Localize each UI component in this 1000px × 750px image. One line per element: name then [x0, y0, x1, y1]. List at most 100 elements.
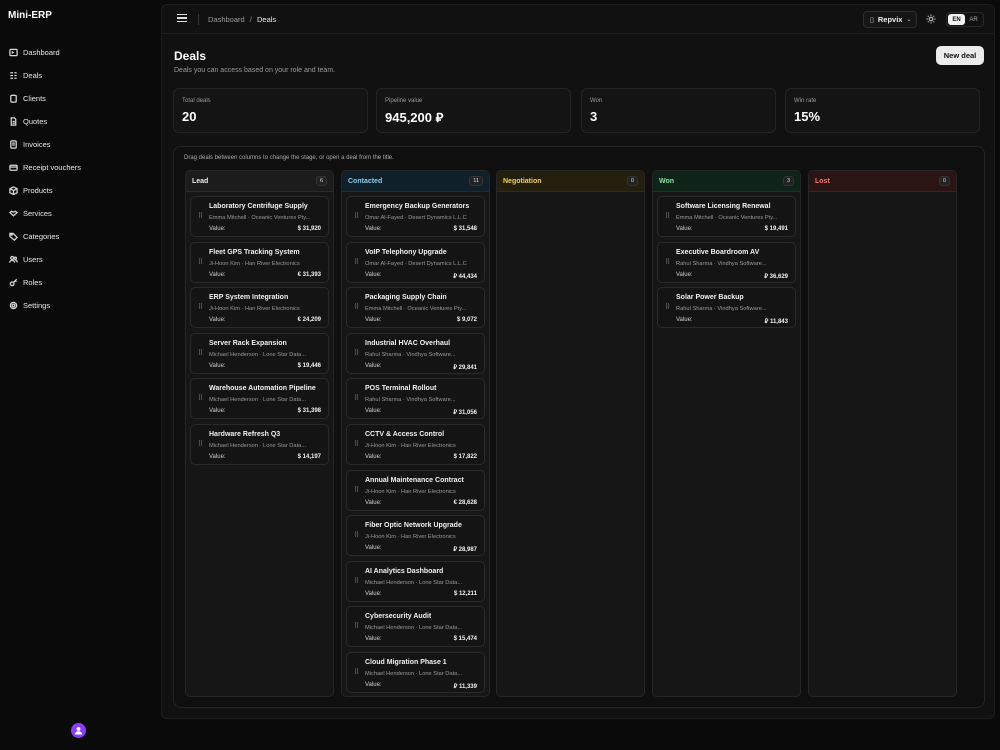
drag-handle-icon[interactable]: ⠿ — [354, 669, 359, 676]
deal-card[interactable]: ⠿ Server Rack Expansion Michael Henderson … — [190, 332, 329, 374]
deal-title-link[interactable]: Warehouse Automation Pipeline — [209, 385, 316, 392]
drag-handle-icon[interactable]: ⠿ — [198, 304, 203, 311]
sidebar-item-products[interactable]: Products — [0, 179, 160, 202]
deal-card[interactable]: ⠿ CCTV & Access Control Ji-Hoon Kim · Han … — [346, 423, 485, 465]
drag-handle-icon[interactable]: ⠿ — [354, 441, 359, 448]
drag-handle-icon[interactable]: ⠿ — [354, 623, 359, 630]
sidebar-item-categories[interactable]: Categories — [0, 225, 160, 248]
deal-title-link[interactable]: Cybersecurity Audit — [365, 613, 431, 620]
deal-value-label: Value: — [365, 271, 382, 278]
drag-handle-icon[interactable]: ⠿ — [665, 304, 670, 311]
deal-card[interactable]: ⠿ Industrial HVAC Overhaul Rahul Sharma · … — [346, 332, 485, 374]
sidebar-item-users[interactable]: Users — [0, 248, 160, 271]
drag-handle-icon[interactable]: ⠿ — [354, 578, 359, 585]
sidebar-item-services[interactable]: Services — [0, 202, 160, 225]
deal-title-link[interactable]: Server Rack Expansion — [209, 340, 287, 347]
sidebar-item-clients[interactable]: Clients — [0, 87, 160, 110]
drag-handle-icon[interactable]: ⠿ — [354, 395, 359, 402]
sidebar-item-roles[interactable]: Roles — [0, 271, 160, 294]
deal-title-link[interactable]: Fleet GPS Tracking System — [209, 249, 300, 256]
deal-value-label: Value: — [209, 271, 226, 278]
drag-handle-icon[interactable]: ⠿ — [198, 259, 203, 266]
sidebar-item-label: Users — [23, 255, 43, 264]
deal-card[interactable]: ⠿ Solar Power Backup Rahul Sharma · Vindhy… — [657, 287, 796, 329]
column-lead[interactable]: Lead 6 ⠿ Laboratory Centrifuge Supply Emma M… — [185, 170, 334, 697]
stat-value: 15% — [794, 109, 821, 124]
deal-card[interactable]: ⠿ Executive Boardroom AV Rahul Sharma · Vi… — [657, 241, 796, 283]
deal-card[interactable]: ⠿ Cybersecurity Audit Michael Henderson · … — [346, 606, 485, 648]
deal-title-link[interactable]: POS Terminal Rollout — [365, 385, 436, 392]
deal-title-link[interactable]: VoIP Telephony Upgrade — [365, 249, 447, 256]
deal-value: $ 15,474 — [453, 636, 477, 643]
drag-handle-icon[interactable]: ⠿ — [354, 304, 359, 311]
menu-toggle-icon[interactable] — [177, 14, 187, 24]
deal-title-link[interactable]: ERP System Integration — [209, 294, 288, 301]
breadcrumb-dashboard-link[interactable]: Dashboard — [208, 15, 245, 24]
org-switcher-button[interactable]: ▯ Repvix ⌄ — [863, 11, 917, 28]
drag-handle-icon[interactable]: ⠿ — [354, 487, 359, 494]
drag-handle-icon[interactable]: ⠿ — [354, 350, 359, 357]
deal-card[interactable]: ⠿ Warehouse Automation Pipeline Michael He… — [190, 378, 329, 420]
stat-total-deals: Total deals 20 — [173, 88, 368, 133]
deal-card[interactable]: ⠿ AI Analytics Dashboard Michael Henderson… — [346, 560, 485, 602]
deal-card[interactable]: ⠿ VoIP Telephony Upgrade Omar Al-Fayed · D… — [346, 241, 485, 283]
card-list: ⠿ Laboratory Centrifuge Supply Emma Mitche… — [186, 192, 333, 465]
deal-contact: Rahul Sharma · Vindhya Software... — [676, 260, 767, 267]
drag-handle-icon[interactable]: ⠿ — [198, 213, 203, 220]
deal-title-link[interactable]: Executive Boardroom AV — [676, 249, 759, 256]
drag-handle-icon[interactable]: ⠿ — [354, 213, 359, 220]
drag-handle-icon[interactable]: ⠿ — [198, 350, 203, 357]
stat-win-rate: Win rate 15% — [785, 88, 980, 133]
new-deal-button[interactable]: New deal — [936, 46, 984, 65]
deal-card[interactable]: ⠿ POS Terminal Rollout Rahul Sharma · Vind… — [346, 378, 485, 420]
sidebar-item-deals[interactable]: Deals — [0, 64, 160, 87]
deal-title-link[interactable]: Laboratory Centrifuge Supply — [209, 203, 308, 210]
drag-handle-icon[interactable]: ⠿ — [354, 532, 359, 539]
deal-title-link[interactable]: Packaging Supply Chain — [365, 294, 447, 301]
user-avatar[interactable] — [71, 723, 86, 738]
column-won[interactable]: Won 3 ⠿ Software Licensing Renewal Emma Mitc… — [652, 170, 801, 697]
deal-card[interactable]: ⠿ Emergency Backup Generators Omar Al-Faye… — [346, 196, 485, 237]
deal-title-link[interactable]: Industrial HVAC Overhaul — [365, 340, 450, 347]
deal-card[interactable]: ⠿ Fiber Optic Network Upgrade Ji-Hoon Kim … — [346, 515, 485, 557]
column-contacted[interactable]: Contacted 11 ⠿ Emergency Backup Generators O… — [341, 170, 490, 697]
sidebar-item-settings[interactable]: Settings — [0, 294, 160, 317]
deal-card[interactable]: ⠿ Software Licensing Renewal Emma Mitchell… — [657, 196, 796, 237]
sidebar-item-receipt-vouchers[interactable]: Receipt vouchers — [0, 156, 160, 179]
sidebar-item-quotes[interactable]: Quotes — [0, 110, 160, 133]
deal-card[interactable]: ⠿ Hardware Refresh Q3 Michael Henderson · … — [190, 423, 329, 465]
drag-handle-icon[interactable]: ⠿ — [354, 259, 359, 266]
deal-title-link[interactable]: Cloud Migration Phase 1 — [365, 659, 447, 666]
key-icon — [9, 278, 18, 287]
lang-ar-button[interactable]: AR — [965, 14, 982, 25]
deal-title-link[interactable]: CCTV & Access Control — [365, 431, 444, 438]
deal-value-label: Value: — [365, 226, 382, 232]
deal-title-link[interactable]: Emergency Backup Generators — [365, 203, 469, 210]
deal-card[interactable]: ⠿ Cloud Migration Phase 1 Michael Henderso… — [346, 651, 485, 693]
stat-value: 20 — [182, 109, 197, 124]
users-icon — [9, 255, 18, 263]
lang-en-button[interactable]: EN — [948, 14, 965, 25]
drag-handle-icon[interactable]: ⠿ — [665, 213, 670, 220]
deal-card[interactable]: ⠿ Packaging Supply Chain Emma Mitchell · O… — [346, 287, 485, 329]
sidebar-item-invoices[interactable]: Invoices — [0, 133, 160, 156]
sun-icon[interactable] — [926, 14, 936, 24]
column-lost[interactable]: Lost 0 — [808, 170, 957, 697]
deal-card[interactable]: ⠿ Laboratory Centrifuge Supply Emma Mitche… — [190, 196, 329, 237]
deal-title-link[interactable]: Fiber Optic Network Upgrade — [365, 522, 462, 529]
deal-card[interactable]: ⠿ Annual Maintenance Contract Ji-Hoon Kim … — [346, 469, 485, 511]
deal-title-link[interactable]: Software Licensing Renewal — [676, 203, 771, 210]
drag-handle-icon[interactable]: ⠿ — [198, 441, 203, 448]
sidebar-item-dashboard[interactable]: Dashboard — [0, 41, 160, 64]
column-negotiation[interactable]: Negotiation 0 — [496, 170, 645, 697]
deal-card[interactable]: ⠿ Fleet GPS Tracking System Ji-Hoon Kim · … — [190, 241, 329, 283]
deal-card[interactable]: ⠿ ERP System Integration Ji-Hoon Kim · Han… — [190, 287, 329, 329]
deal-title-link[interactable]: Hardware Refresh Q3 — [209, 431, 280, 438]
column-name: Negotiation — [503, 177, 542, 185]
deal-title-link[interactable]: AI Analytics Dashboard — [365, 568, 443, 575]
deal-title-link[interactable]: Solar Power Backup — [676, 294, 744, 301]
drag-handle-icon[interactable]: ⠿ — [198, 395, 203, 402]
deal-value-label: Value: — [365, 590, 382, 597]
deal-title-link[interactable]: Annual Maintenance Contract — [365, 477, 464, 484]
drag-handle-icon[interactable]: ⠿ — [665, 259, 670, 266]
